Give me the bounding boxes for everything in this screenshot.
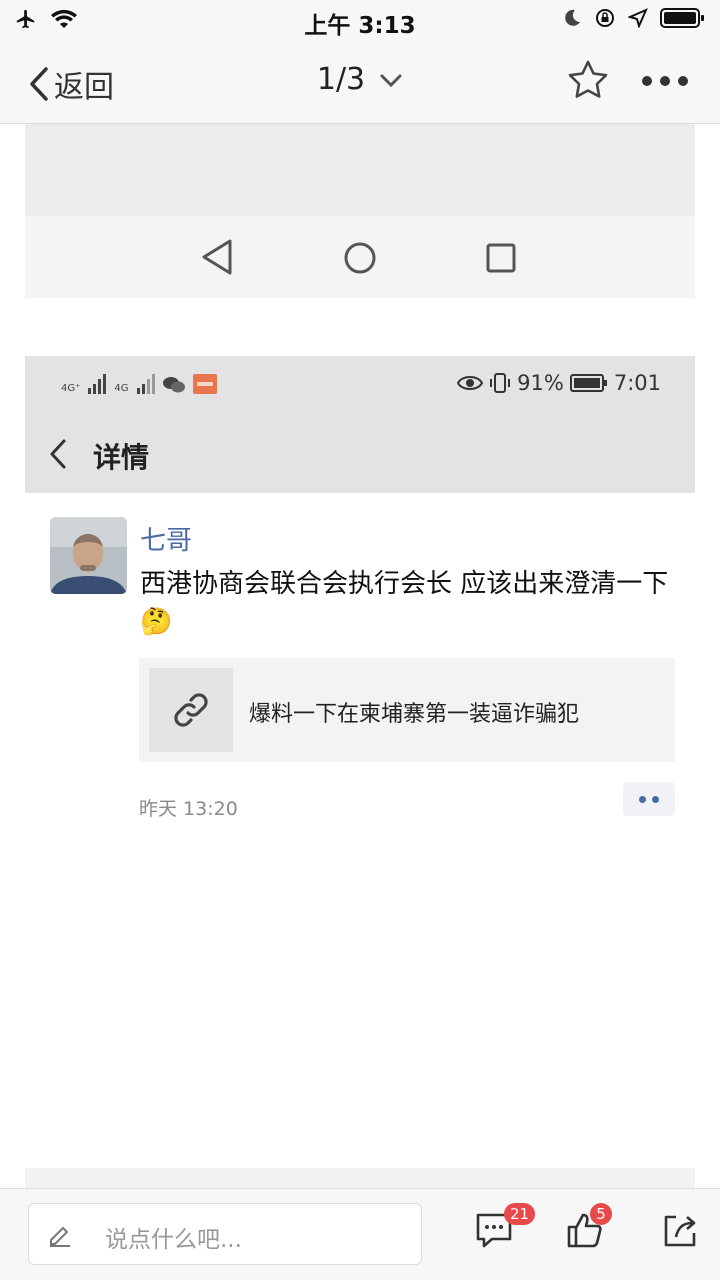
share-button[interactable] [662,1211,698,1253]
detail-title: 详情 [93,441,150,474]
signal-bars-icon [136,374,155,394]
battery-icon [660,8,704,28]
comment-placeholder: 说点什么吧... [105,1227,242,1253]
screenshot-bottom-edge [25,1168,695,1190]
like-button[interactable]: 5 [566,1203,612,1253]
post-timestamp: 昨天 13:20 [139,798,238,820]
share-icon [664,1215,696,1247]
wechat-icon [162,377,185,393]
comments-button[interactable]: 21 [474,1203,536,1253]
star-icon[interactable] [566,58,610,102]
rotation-lock-icon [596,9,614,27]
avatar[interactable] [50,517,127,594]
link-title: 爆料一下在柬埔寨第一装逼诈骗犯 [249,702,580,727]
post-more-button[interactable] [623,782,675,816]
screenshot-separator [25,298,695,356]
like-count-badge: 5 [590,1203,612,1225]
avatar-photo [50,517,127,594]
android-status-bar: 4G⁺ 4G 91% 7:01 [25,356,695,414]
pencil-icon [50,1226,70,1247]
comment-count-badge: 21 [504,1203,536,1225]
link-thumb [149,668,233,752]
eye-icon [457,376,484,390]
app-notification-icon [192,374,217,394]
signal-label-1: 4G⁺ [61,383,81,394]
signal-label-2: 4G [114,383,129,394]
android-home-icon [344,242,376,274]
location-icon [628,8,648,28]
chevron-down-icon [380,74,402,87]
battery-percent: 91% [517,371,564,395]
pager-dropdown[interactable]: 1/3 [0,62,720,97]
screenshot-top-area [25,124,695,216]
android-back-icon [202,239,232,275]
post-author[interactable]: 七哥 [140,520,192,557]
comment-input[interactable]: 说点什么吧... [28,1203,422,1265]
signal-bars-icon [88,374,107,394]
android-nav-bar [25,216,695,298]
vibrate-icon [490,373,511,393]
chevron-left-icon[interactable] [47,438,69,470]
detail-header: 详情 [25,414,695,493]
pager-label: 1/3 [316,62,366,97]
link-icon [174,693,208,727]
ios-status-right [562,7,706,29]
android-time: 7:01 [613,371,661,395]
post-text: 西港协商会联合会执行会长 应该出来澄清一下🤔 [140,569,669,637]
ios-status-bar: 上午 3:13 [0,0,720,40]
android-battery-icon [569,374,607,392]
shared-link-card[interactable]: 爆料一下在柬埔寨第一装逼诈骗犯 [139,658,675,762]
more-options-button[interactable] [642,76,688,86]
bottom-action-bar: 说点什么吧... 21 5 [0,1188,720,1280]
moon-icon [565,9,580,26]
nav-bar: 返回 1/3 [0,40,720,124]
android-recents-icon [486,243,516,273]
